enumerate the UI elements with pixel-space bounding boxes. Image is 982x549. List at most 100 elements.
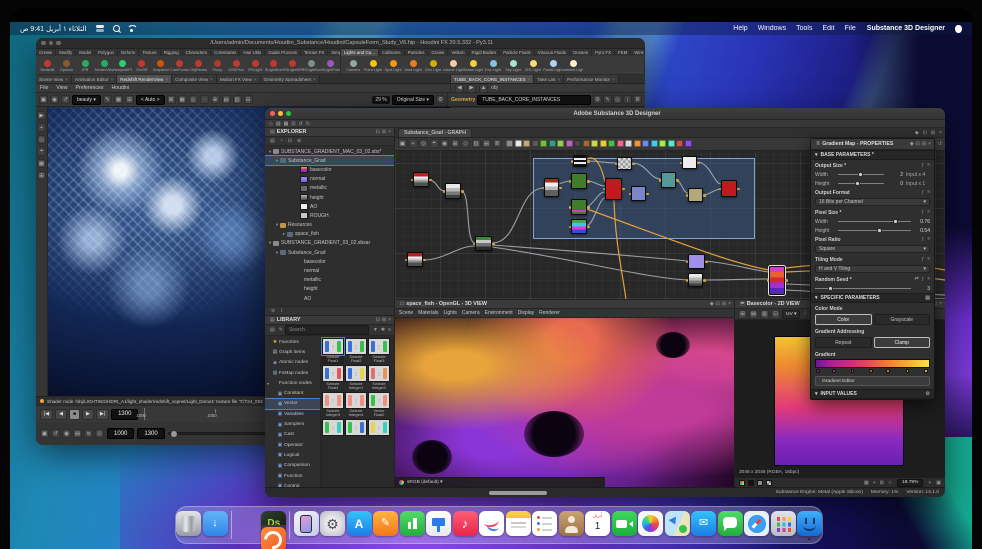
viewport-tool-icon[interactable]: ⊞	[37, 171, 46, 180]
shelf-tool[interactable]: USDProc	[227, 56, 246, 74]
explorer-footer-icon[interactable]: i	[281, 308, 282, 314]
graph-tool-icon[interactable]: ⌖	[430, 139, 439, 148]
menu-item[interactable]: Preferences	[76, 85, 104, 91]
close-button[interactable]	[41, 41, 46, 46]
view2d-tool-icon[interactable]: ▥	[760, 310, 769, 319]
gradient-key-dot[interactable]	[816, 369, 820, 373]
panel-control-icon[interactable]: ◆	[915, 130, 919, 136]
uv-select[interactable]: UV ▾	[782, 310, 800, 319]
menu-bar-menu[interactable]: Windows	[758, 25, 786, 32]
dock-item-contacts[interactable]	[559, 509, 584, 541]
toolbar-icon[interactable]: ⊞	[125, 95, 134, 104]
function-icon[interactable]: ƒ	[922, 257, 925, 262]
graph-node[interactable]	[445, 183, 461, 199]
shelf-tab[interactable]: Terrain FX	[301, 49, 328, 56]
explorer-tree-item[interactable]: basecolor	[265, 165, 394, 174]
node-create-icon[interactable]	[659, 140, 666, 147]
reset-icon[interactable]: ↺	[938, 141, 942, 147]
shelf-tool[interactable]: ViewportIPR	[114, 56, 133, 74]
node-create-icon[interactable]	[617, 140, 624, 147]
toolbar-icon[interactable]: ▣	[39, 95, 48, 104]
graph-node[interactable]	[688, 188, 703, 202]
view3d-viewport[interactable]: sRGB (default) ▾	[395, 318, 734, 487]
function-icon[interactable]: ƒ	[922, 210, 925, 215]
shelf-tab[interactable]: Viscous Fluids	[535, 49, 570, 56]
shelf-tool[interactable]: Ambient Light	[563, 56, 583, 74]
pixel-width-value[interactable]: 0.76	[914, 219, 930, 225]
transport-button[interactable]: ▶|	[96, 409, 109, 420]
library-category[interactable]: ▣ Comparison	[265, 461, 320, 471]
graph-node[interactable]	[573, 155, 587, 167]
graph-node[interactable]	[688, 254, 705, 269]
specific-parameters-section[interactable]: ▾SPECIFIC PARAMETERS▤	[811, 293, 934, 303]
dock-item-keynote[interactable]	[426, 509, 451, 541]
toolbar-icon[interactable]: ⊟	[244, 95, 253, 104]
view2d-tool-icon[interactable]: ▤	[749, 310, 758, 319]
toolbar-icon[interactable]: ▤	[222, 95, 231, 104]
close-tab-icon[interactable]: ×	[210, 77, 213, 82]
shelf-tool[interactable]: Camera	[343, 56, 363, 74]
panel-control-icon[interactable]: ×	[388, 129, 391, 135]
tiling-mode-select[interactable]: H and V Tiling▾	[815, 265, 930, 273]
node-create-icon[interactable]	[685, 140, 692, 147]
dock-item[interactable]	[229, 509, 233, 541]
toolbar-icon[interactable]: ↻	[306, 121, 310, 127]
graph-node[interactable]	[769, 266, 785, 295]
shelf-tool[interactable]: Spot Light	[383, 56, 403, 74]
filter-icon[interactable]: ▼	[373, 327, 378, 333]
dock-item-safari[interactable]	[744, 509, 769, 541]
toolbar-icon[interactable]: ⊡	[291, 121, 295, 127]
panel-control-icon[interactable]: ×	[388, 317, 391, 323]
dock-item[interactable]	[288, 509, 292, 541]
preset-icon[interactable]: ≡	[927, 163, 930, 168]
shelf-tool[interactable]: Env Light	[483, 56, 503, 74]
node-create-icon[interactable]	[591, 140, 598, 147]
panel-control-icon[interactable]: ⊞	[722, 301, 726, 307]
node-create-icon[interactable]	[574, 140, 581, 147]
close-tab-icon[interactable]: ×	[612, 77, 615, 82]
shelf-tool[interactable]: IES Light	[523, 56, 543, 74]
library-category[interactable]: ▣ Constant	[265, 388, 320, 398]
channels-icon[interactable]	[739, 480, 745, 486]
shelf-tab[interactable]: Polygon	[95, 49, 118, 56]
shelf-tool[interactable]: Portal Light	[543, 56, 563, 74]
wifi-icon[interactable]	[127, 24, 137, 33]
transport-button[interactable]: ◀	[55, 409, 67, 420]
menu-bar-menu[interactable]: Edit	[822, 25, 834, 32]
close-button[interactable]	[270, 111, 275, 116]
dock-item-trash[interactable]	[176, 509, 201, 541]
panel-control-icon[interactable]: ⊞	[922, 141, 926, 147]
explorer-tree-item[interactable]: ▾ SUBSTANCE_GRADIENT_03_02.sbsar	[265, 239, 394, 248]
zoom-plus-button[interactable]: +	[928, 480, 931, 486]
width-slider[interactable]	[838, 174, 884, 175]
library-node-item[interactable]: ⋮ Swizzle Integer4	[345, 392, 367, 418]
shelf-tool[interactable]: IPR	[76, 56, 95, 74]
dock-item-houdini[interactable]	[261, 525, 286, 549]
app-menu[interactable]: Substance 3D Designer	[867, 25, 945, 32]
node-create-icon[interactable]	[566, 140, 573, 147]
zoom-button[interactable]	[56, 41, 61, 46]
lock-icon[interactable]: ▣	[936, 480, 941, 486]
preset-icon[interactable]: ≡	[927, 210, 930, 215]
close-tab-icon[interactable]: ×	[313, 77, 316, 82]
dock-item-maps[interactable]	[665, 509, 690, 541]
close-tab-icon[interactable]: ×	[165, 77, 168, 82]
range-start-field[interactable]: 1000	[107, 428, 134, 439]
section-icon[interactable]: ▤	[925, 295, 930, 301]
view2d-tool-icon[interactable]: ⊞	[738, 310, 747, 319]
shelf-tool[interactable]: On/Off	[132, 56, 151, 74]
graph-node[interactable]	[544, 178, 559, 197]
graph-node[interactable]	[617, 157, 632, 170]
graph-tool-icon[interactable]: +	[409, 139, 418, 148]
explorer-toolbar-icon[interactable]: ◔	[280, 138, 283, 144]
breadcrumb-path[interactable]: obj	[491, 85, 498, 91]
menu-item[interactable]: View	[56, 85, 67, 91]
node-create-icon[interactable]	[668, 140, 675, 147]
library-category[interactable]: ▣ Variables	[265, 409, 320, 419]
library-category[interactable]: ▦ FxMap nodes	[265, 368, 320, 378]
graph-node[interactable]	[631, 186, 646, 201]
apple-menu-icon[interactable]	[955, 25, 962, 33]
pane-tab[interactable]: TUBE_BACK_CORE_INSTANCES×	[451, 75, 534, 83]
function-icon[interactable]: ƒ	[922, 190, 925, 195]
gradient-key-dot[interactable]	[832, 369, 836, 373]
